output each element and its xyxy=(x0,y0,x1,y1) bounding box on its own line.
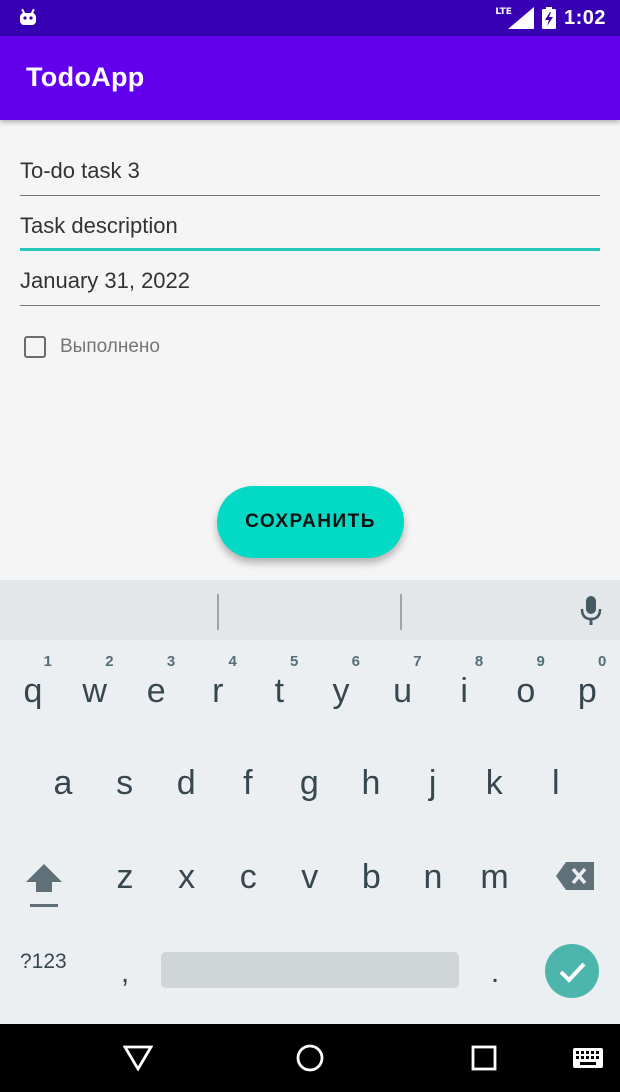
task-title-value: To-do task 3 xyxy=(20,158,140,183)
app-title: TodoApp xyxy=(26,62,145,92)
clock: 1:02 xyxy=(563,6,606,29)
key-number-hint: 2 xyxy=(105,653,114,670)
period-key[interactable]: . xyxy=(464,938,526,1008)
key-c[interactable]: c xyxy=(217,842,279,912)
task-description-underline xyxy=(20,248,600,251)
back-button[interactable] xyxy=(110,1024,166,1092)
battery-charging-icon xyxy=(541,7,556,29)
microphone-icon[interactable] xyxy=(578,594,604,628)
space-key[interactable] xyxy=(161,952,459,988)
android-debug-icon xyxy=(20,8,36,25)
task-description-field[interactable]: Task description xyxy=(20,205,600,251)
task-date-underline xyxy=(20,304,600,306)
key-w[interactable]: w2 xyxy=(64,653,126,726)
key-i[interactable]: i8 xyxy=(433,653,495,726)
key-number-hint: 0 xyxy=(598,653,607,670)
keyboard-switch-button[interactable] xyxy=(566,1024,610,1092)
key-q[interactable]: q1 xyxy=(2,653,64,726)
key-y[interactable]: y6 xyxy=(310,653,372,726)
key-x[interactable]: x xyxy=(156,842,218,912)
key-label: u xyxy=(393,672,413,710)
task-title-underline xyxy=(20,194,600,196)
task-date-field[interactable]: January 31, 2022 xyxy=(20,260,600,306)
symbols-key[interactable]: ?123 xyxy=(20,950,67,974)
key-o[interactable]: o9 xyxy=(495,653,557,726)
enter-key[interactable] xyxy=(545,944,599,998)
task-form: To-do task 3 Task description January 31… xyxy=(0,120,620,580)
key-p[interactable]: p0 xyxy=(556,653,618,726)
key-h[interactable]: h xyxy=(340,748,402,818)
suggestion-bar xyxy=(0,580,620,640)
home-button[interactable] xyxy=(282,1024,338,1092)
suggestion-divider xyxy=(217,594,219,630)
key-t[interactable]: t5 xyxy=(248,653,310,726)
comma-key[interactable]: , xyxy=(94,938,156,1008)
key-l[interactable]: l xyxy=(525,748,587,818)
key-v[interactable]: v xyxy=(279,842,341,912)
done-checkbox[interactable] xyxy=(24,336,46,358)
key-label: e xyxy=(146,672,166,710)
key-label: o xyxy=(516,672,536,710)
key-n[interactable]: n xyxy=(402,842,464,912)
key-a[interactable]: a xyxy=(32,748,94,818)
navigation-bar xyxy=(0,1024,620,1092)
key-label: y xyxy=(332,672,350,710)
status-bar: LTE 1:02 xyxy=(0,0,620,36)
key-label: r xyxy=(212,672,224,710)
key-u[interactable]: u7 xyxy=(372,653,434,726)
key-d[interactable]: d xyxy=(155,748,217,818)
shift-icon[interactable] xyxy=(24,860,64,912)
key-j[interactable]: j xyxy=(402,748,464,818)
key-number-hint: 6 xyxy=(351,653,360,670)
keyboard-icon xyxy=(573,1048,603,1068)
recents-button[interactable] xyxy=(456,1024,512,1092)
key-b[interactable]: b xyxy=(340,842,402,912)
key-label: w xyxy=(82,672,107,710)
key-z[interactable]: z xyxy=(94,842,156,912)
key-number-hint: 4 xyxy=(228,653,237,670)
home-circle-icon xyxy=(296,1044,324,1072)
lte-label: LTE xyxy=(495,7,512,17)
suggestion-divider xyxy=(400,594,402,630)
key-label: p xyxy=(577,672,597,710)
checkmark-icon xyxy=(559,962,586,983)
status-icons: LTE 1:02 xyxy=(495,0,606,36)
key-number-hint: 5 xyxy=(290,653,299,670)
soft-keyboard: q1w2e3r4t5y6u7i8o9p0 asdfghjkl zxcvbnm ?… xyxy=(0,580,620,1024)
back-triangle-icon xyxy=(123,1045,153,1071)
task-title-field[interactable]: To-do task 3 xyxy=(20,150,600,196)
key-number-hint: 9 xyxy=(536,653,545,670)
done-checkbox-row[interactable]: Выполнено xyxy=(24,336,160,358)
key-number-hint: 8 xyxy=(474,653,484,670)
app-bar: TodoApp xyxy=(0,36,620,120)
key-r[interactable]: r4 xyxy=(187,653,249,726)
key-s[interactable]: s xyxy=(94,748,156,818)
key-label: q xyxy=(23,672,43,710)
done-checkbox-label: Выполнено xyxy=(60,336,160,357)
recents-square-icon xyxy=(471,1045,497,1071)
key-number-hint: 7 xyxy=(413,653,422,670)
key-f[interactable]: f xyxy=(217,748,279,818)
key-label: i xyxy=(460,672,468,710)
key-g[interactable]: g xyxy=(278,748,340,818)
key-m[interactable]: m xyxy=(464,842,526,912)
backspace-icon[interactable] xyxy=(556,862,594,890)
save-button[interactable]: СОХРАНИТЬ xyxy=(217,486,404,558)
task-description-placeholder: Task description xyxy=(20,213,178,238)
key-k[interactable]: k xyxy=(463,748,525,818)
key-e[interactable]: e3 xyxy=(125,653,187,726)
key-number-hint: 1 xyxy=(43,653,52,670)
key-label: t xyxy=(274,672,285,710)
task-date-value: January 31, 2022 xyxy=(20,268,191,293)
key-number-hint: 3 xyxy=(166,653,176,670)
